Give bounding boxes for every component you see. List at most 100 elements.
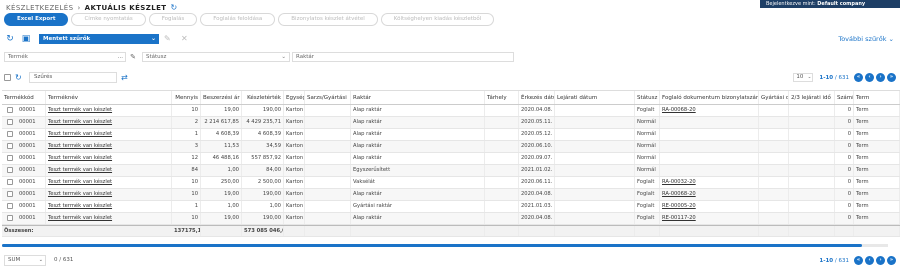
cell-warehouse: Alap raktár xyxy=(351,213,485,224)
refresh-icon[interactable]: ↻ xyxy=(15,72,22,83)
table-row[interactable]: 00001 Teszt termék van készlet 10 19,00 190,… xyxy=(2,189,900,201)
column-header-extra[interactable]: Term xyxy=(854,91,900,104)
breadcrumb-parent[interactable]: KÉSZLETKEZELÉS xyxy=(6,4,73,12)
more-filters-link[interactable]: További szűrők ⌄ xyxy=(838,33,894,45)
next-page-icon[interactable]: › xyxy=(876,73,885,82)
row-checkbox[interactable] xyxy=(7,190,13,197)
table-row[interactable]: 00001 Teszt termék van készlet 10 19,00 190,… xyxy=(2,105,900,117)
refresh-icon[interactable]: ↻ xyxy=(170,3,177,12)
warehouse-filter[interactable]: Raktár xyxy=(292,52,514,62)
column-header-name[interactable]: Terméknév xyxy=(46,91,172,104)
edit-filter-icon[interactable]: ✎ xyxy=(128,52,138,62)
product-link[interactable]: Teszt termék van készlet xyxy=(48,179,112,185)
column-header-reservation-doc[interactable]: Foglaló dokumentum bizonylatszáma xyxy=(660,91,759,104)
page-size-select[interactable]: 10 ⌄ xyxy=(793,73,814,82)
column-header-qty[interactable]: Mennyis xyxy=(172,91,201,104)
column-header-counted[interactable]: Számít xyxy=(835,91,854,104)
horizontal-scrollbar[interactable] xyxy=(2,244,888,247)
document-link[interactable]: RA-00032-20 xyxy=(662,179,696,185)
column-header-arrival[interactable]: Érkezés dátuma xyxy=(519,91,555,104)
cell-reservation-doc xyxy=(660,153,759,164)
row-checkbox[interactable] xyxy=(7,178,13,185)
column-header-prod-date[interactable]: Gyártási d xyxy=(759,91,789,104)
row-checkbox[interactable] xyxy=(7,142,13,149)
document-link[interactable]: RA-00068-20 xyxy=(662,191,696,197)
product-link[interactable]: Teszt termék van készlet xyxy=(48,191,112,197)
table-row[interactable]: 00001 Teszt termék van készlet 10 19,00 190,… xyxy=(2,213,900,225)
saved-filters-select[interactable]: Mentett szűrők ⌄ xyxy=(39,34,159,44)
edit-icon[interactable]: ✎ xyxy=(164,33,171,45)
product-link[interactable]: Teszt termék van készlet xyxy=(48,143,112,149)
action-button-3[interactable]: Foglalás feloldása xyxy=(200,13,276,26)
action-button-2[interactable]: Foglalás xyxy=(148,13,198,26)
column-header-expiry-23[interactable]: 2/3 lejárati idő xyxy=(789,91,835,104)
column-header-status[interactable]: Státusz xyxy=(635,91,660,104)
product-link[interactable]: Teszt termék van készlet xyxy=(48,155,112,161)
next-page-icon[interactable]: › xyxy=(876,256,885,265)
product-link[interactable]: Teszt termék van készlet xyxy=(48,131,112,137)
last-page-icon[interactable]: » xyxy=(887,73,896,82)
delete-icon[interactable]: ✕ xyxy=(181,33,188,45)
column-header-price[interactable]: Beszerzési ár xyxy=(201,91,242,104)
cell-prod-date xyxy=(759,189,789,200)
product-link[interactable]: Teszt termék van készlet xyxy=(48,215,112,221)
cell-counted: 0 xyxy=(835,117,854,128)
column-header-location[interactable]: Tárhely xyxy=(485,91,519,104)
row-checkbox[interactable] xyxy=(7,166,13,173)
document-link[interactable]: RE-00117-20 xyxy=(662,215,696,221)
prev-page-icon[interactable]: ‹ xyxy=(865,256,874,265)
cell-price: 19,00 xyxy=(201,213,242,224)
action-button-5[interactable]: Költséghelyen kiadás készletből xyxy=(380,13,495,26)
column-header-expiry[interactable]: Lejárati dátum xyxy=(555,91,635,104)
reset-icon[interactable]: ↻ xyxy=(4,33,16,45)
column-header-batch[interactable]: Sarzs/Gyártási xyxy=(305,91,351,104)
cell-unit: Karton xyxy=(284,201,305,212)
product-link[interactable]: Teszt termék van készlet xyxy=(48,107,112,113)
row-checkbox[interactable] xyxy=(7,106,13,113)
column-header-unit[interactable]: Egység xyxy=(284,91,305,104)
row-checkbox[interactable] xyxy=(7,202,13,209)
company-name[interactable]: Default company xyxy=(817,1,865,7)
action-button-1[interactable]: Címke nyomtatás xyxy=(71,13,146,26)
table-row[interactable]: 00001 Teszt termék van készlet 3 11,53 34,59… xyxy=(2,141,900,153)
select-all-checkbox[interactable] xyxy=(4,74,11,81)
cell-value: 84,00 xyxy=(242,165,284,176)
cell-reservation-doc: RE-00117-20 xyxy=(660,213,759,224)
row-checkbox[interactable] xyxy=(7,118,13,125)
column-header-value[interactable]: Készletérték xyxy=(242,91,284,104)
cell-prod-date xyxy=(759,213,789,224)
table-row[interactable]: 00001 Teszt termék van készlet 1 4 608,39 4 … xyxy=(2,129,900,141)
product-link[interactable]: Teszt termék van készlet xyxy=(48,167,112,173)
table-row[interactable]: 00001 Teszt termék van készlet 2 2 214 617,… xyxy=(2,117,900,129)
aggregate-select[interactable]: SUM ⌄ xyxy=(4,255,46,266)
cell-status: Normál xyxy=(635,141,660,152)
table-row[interactable]: 00001 Teszt termék van készlet 1 1,00 1,00 Ka… xyxy=(2,201,900,213)
row-checkbox[interactable] xyxy=(7,154,13,161)
table-row[interactable]: 00001 Teszt termék van készlet 10 250,00 2 5… xyxy=(2,177,900,189)
product-link[interactable]: Teszt termék van készlet xyxy=(48,119,112,125)
first-page-icon[interactable]: « xyxy=(854,73,863,82)
table-row[interactable]: 00001 Teszt termék van készlet 12 46 488,16… xyxy=(2,153,900,165)
cell-extra: Term xyxy=(854,117,900,128)
row-checkbox[interactable] xyxy=(7,214,13,221)
scrollbar-thumb[interactable] xyxy=(2,244,862,247)
product-filter[interactable]: Termék... xyxy=(4,52,126,62)
cell-warehouse: Alap raktár xyxy=(351,117,485,128)
status-filter[interactable]: Státusz ⌄ xyxy=(142,52,290,62)
last-page-icon[interactable]: » xyxy=(887,256,896,265)
product-link[interactable]: Teszt termék van készlet xyxy=(48,203,112,209)
prev-page-icon[interactable]: ‹ xyxy=(865,73,874,82)
column-header-code[interactable]: Termékkód xyxy=(2,91,46,104)
document-link[interactable]: RA-00068-20 xyxy=(662,107,696,113)
row-checkbox[interactable] xyxy=(7,130,13,137)
table-row[interactable]: 00001 Teszt termék van készlet 84 1,00 84,00… xyxy=(2,165,900,177)
column-header-warehouse[interactable]: Raktár xyxy=(351,91,485,104)
first-page-icon[interactable]: « xyxy=(854,256,863,265)
save-icon[interactable]: ▣ xyxy=(20,33,32,45)
document-link[interactable]: RE-00005-20 xyxy=(662,203,696,209)
shuffle-icon[interactable]: ⇄ xyxy=(121,72,128,83)
action-button-0[interactable]: Excel Export xyxy=(4,13,69,26)
search-input[interactable]: Szűrés xyxy=(29,72,117,83)
cell-counted: 0 xyxy=(835,189,854,200)
action-button-4[interactable]: Bizonylatos készlet átvétel xyxy=(278,13,378,26)
